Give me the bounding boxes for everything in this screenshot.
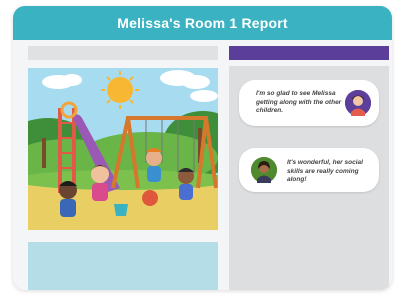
avatar-icon (251, 157, 277, 183)
chat-bubble-parent: I'm so glad to see Melissa getting along… (239, 80, 379, 126)
placeholder-bar (28, 46, 218, 60)
bucket-icon (114, 204, 128, 216)
caption-box (28, 242, 218, 290)
teacher-avatar (251, 157, 277, 183)
message-text: It's wonderful, her social skills are re… (287, 159, 363, 183)
report-card: Melissa's Room 1 Report I'm so glad to s… (13, 6, 392, 290)
parent-avatar (345, 90, 371, 116)
playground-illustration (28, 68, 218, 230)
ball-icon (142, 190, 158, 206)
message-text: I'm so glad to see Melissa getting along… (256, 90, 342, 114)
avatar-icon (345, 90, 371, 116)
chat-panel: I'm so glad to see Melissa getting along… (229, 66, 389, 290)
report-title: Melissa's Room 1 Report (13, 6, 392, 40)
playground-image (28, 68, 218, 230)
accent-bar (229, 46, 389, 60)
chat-bubble-teacher: It's wonderful, her social skills are re… (239, 148, 379, 192)
